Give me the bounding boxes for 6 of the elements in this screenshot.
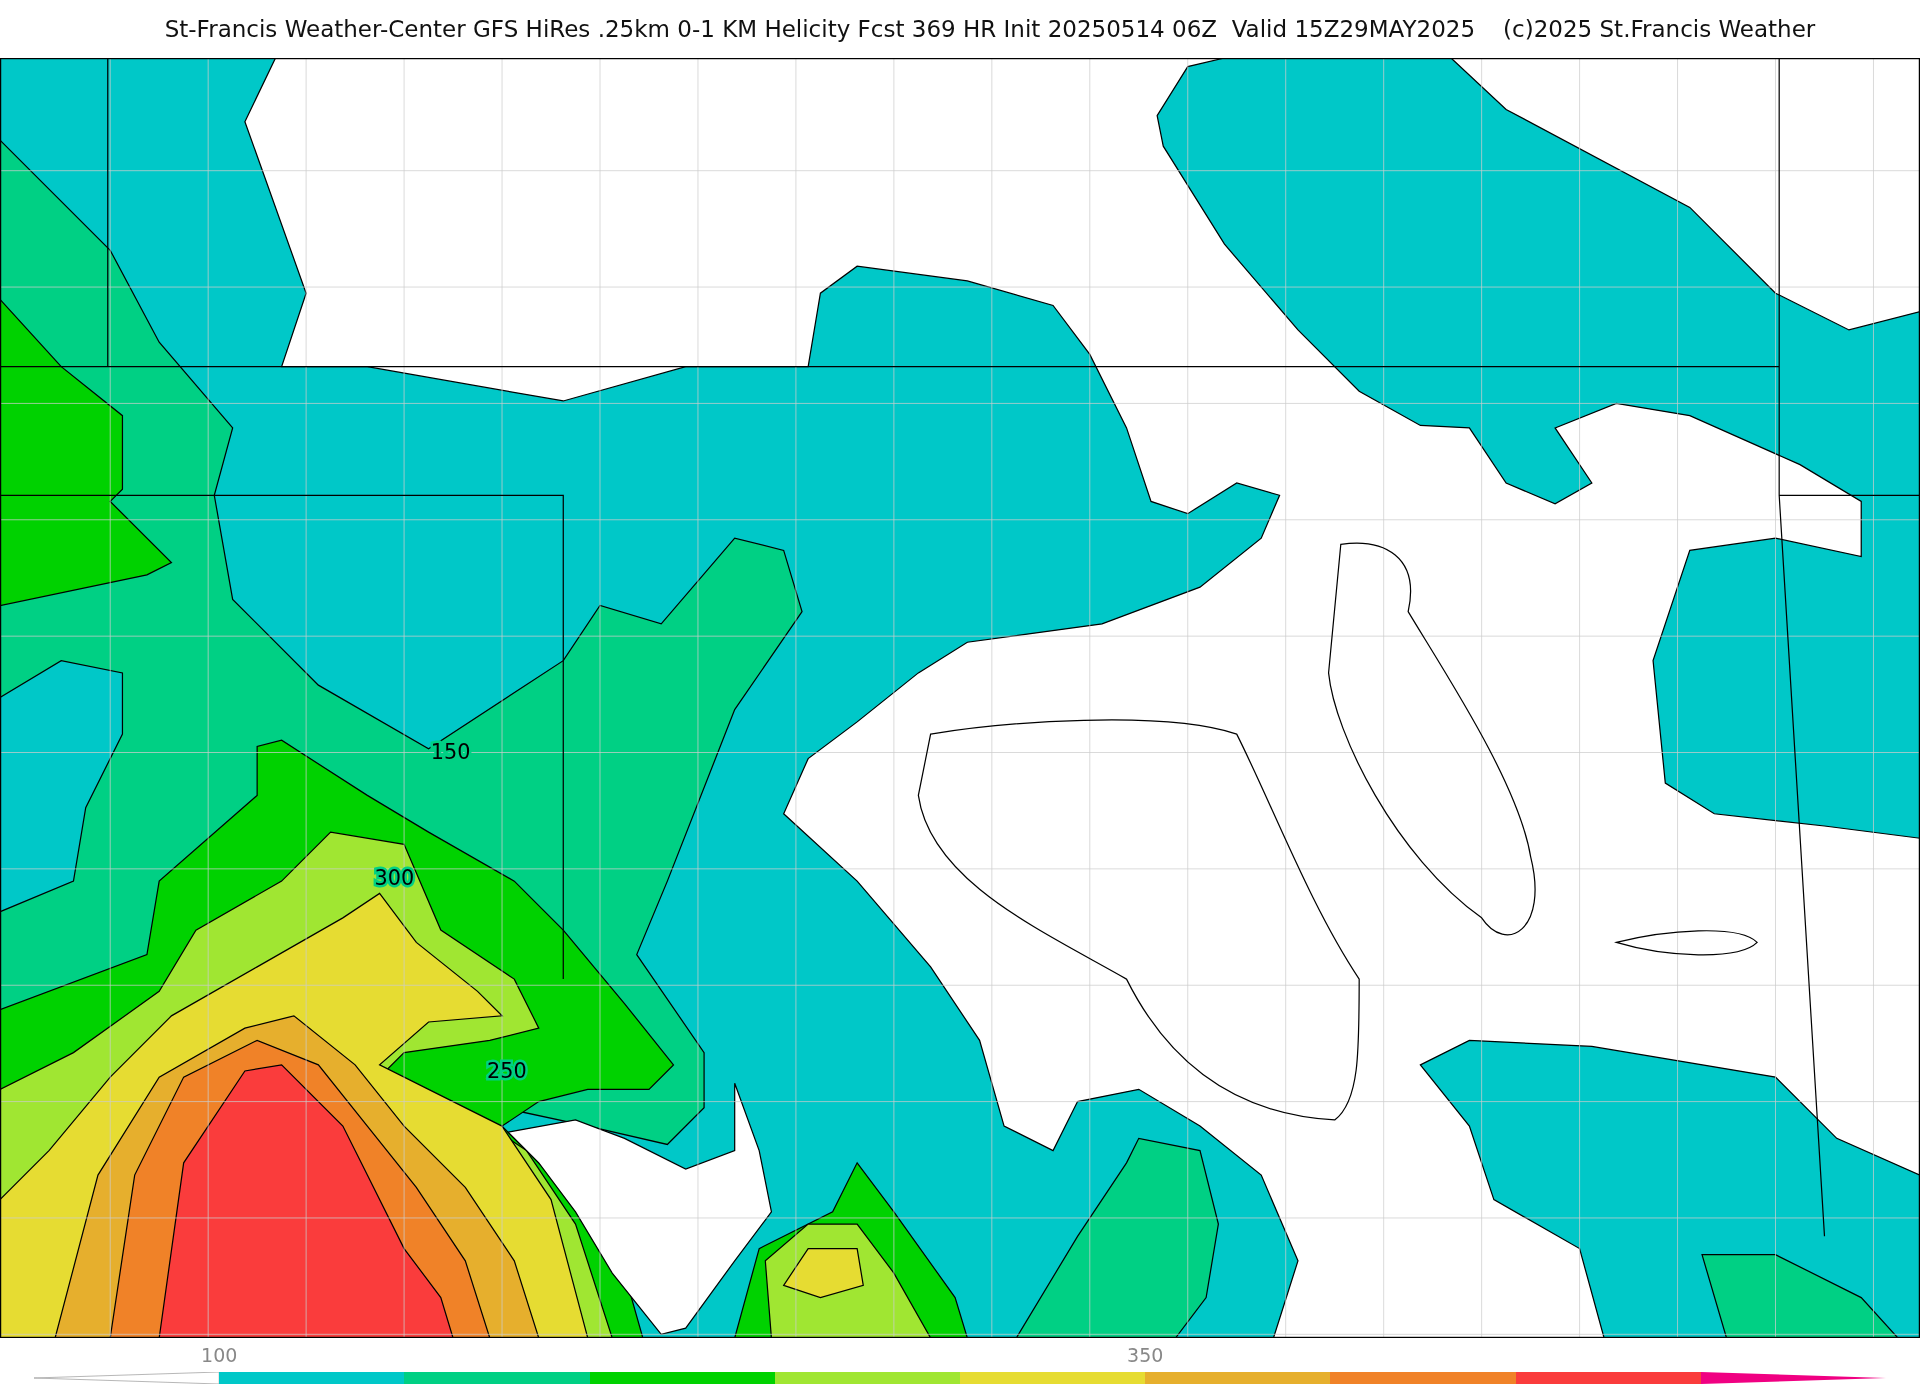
map-title: St-Francis Weather-Center GFS HiRes .25km 0-1 KM Helicity Fcst 369 HR Init 20250514 06Z Valid 15Z29MAY2025 [164, 16, 1476, 42]
colorbar-tick-label: 100 [201, 1344, 238, 1366]
colorbar-tick-label: 350 [1127, 1344, 1164, 1366]
copyright-text: (c)2025 St.Francis Weather [1503, 16, 1816, 42]
contour-label: 300 [374, 865, 415, 890]
contour-label: 250 [487, 1059, 527, 1084]
